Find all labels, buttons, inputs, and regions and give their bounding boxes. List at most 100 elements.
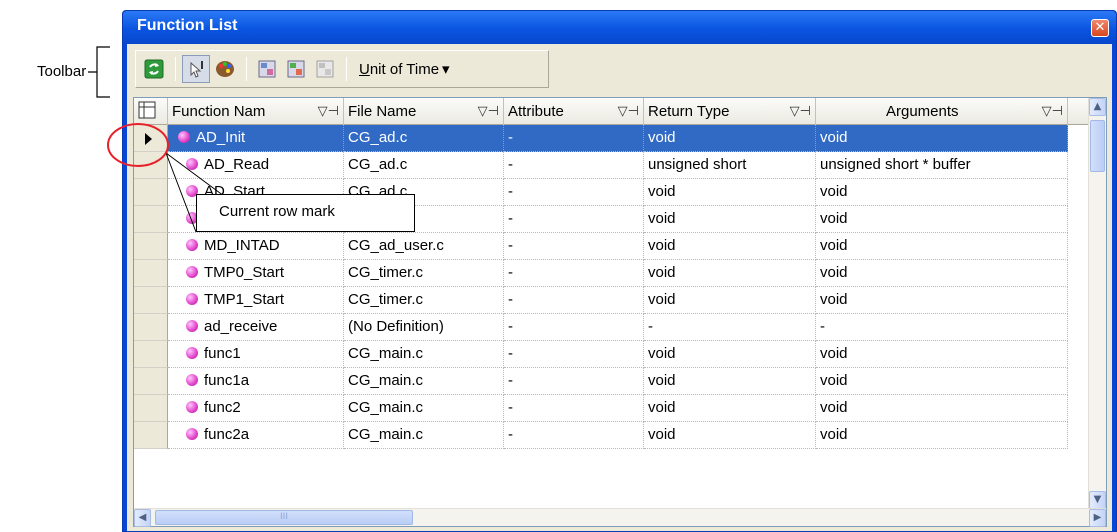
cell-args[interactable]: void (816, 395, 1068, 422)
cell-ret[interactable]: void (644, 260, 816, 287)
cell-ret[interactable]: - (644, 314, 816, 341)
cell-attr[interactable]: - (504, 179, 644, 206)
filter-icon[interactable]: ▽⊣ (1042, 104, 1063, 119)
cell-name[interactable]: ad_receive (168, 314, 344, 341)
title-bar[interactable]: Function List ✕ (123, 11, 1116, 44)
filter-icon[interactable]: ▽⊣ (618, 104, 639, 119)
filter-icon[interactable]: ▽⊣ (478, 104, 499, 119)
cell-name[interactable]: func1 (168, 341, 344, 368)
cell-file[interactable]: CG_ad_user.c (344, 233, 504, 260)
filter-icon[interactable]: ▽⊣ (790, 104, 811, 119)
row-selector[interactable] (134, 152, 168, 179)
cell-ret[interactable]: void (644, 233, 816, 260)
row-selector[interactable] (134, 341, 168, 368)
column-header-function-name[interactable]: Function Nam ▽⊣ (168, 98, 344, 125)
cell-attr[interactable]: - (504, 395, 644, 422)
vertical-scrollbar[interactable]: ▲ ▼ (1088, 98, 1106, 509)
scroll-right-button[interactable]: ▶ (1089, 509, 1106, 527)
cell-file[interactable]: CG_ad.c (344, 125, 504, 152)
column-header-file-name[interactable]: File Name ▽⊣ (344, 98, 504, 125)
table-row[interactable]: TMP0_Start CG_timer.c - void void (134, 260, 1089, 287)
palette-button[interactable] (211, 55, 239, 83)
row-selector[interactable] (134, 260, 168, 287)
row-selector[interactable] (134, 368, 168, 395)
row-selector[interactable] (134, 287, 168, 314)
cell-ret[interactable]: void (644, 125, 816, 152)
cell-name[interactable]: func1a (168, 368, 344, 395)
cell-ret[interactable]: void (644, 341, 816, 368)
cell-args[interactable]: void (816, 233, 1068, 260)
unit-of-time-dropdown[interactable]: Unit of Time ▾ (353, 60, 456, 79)
cell-file[interactable]: CG_main.c (344, 422, 504, 449)
table-row[interactable]: AD_Init CG_ad.c - void void (134, 125, 1089, 152)
column-header-attribute[interactable]: Attribute ▽⊣ (504, 98, 644, 125)
cell-attr[interactable]: - (504, 314, 644, 341)
row-selector[interactable] (134, 314, 168, 341)
cell-attr[interactable]: - (504, 152, 644, 179)
cell-ret[interactable]: unsigned short (644, 152, 816, 179)
cell-name[interactable]: TMP0_Start (168, 260, 344, 287)
table-row[interactable]: func1a CG_main.c - void void (134, 368, 1089, 395)
cell-attr[interactable]: - (504, 125, 644, 152)
cell-file[interactable]: CG_main.c (344, 368, 504, 395)
cell-args[interactable]: void (816, 125, 1068, 152)
pointer-jump-button[interactable] (182, 55, 210, 83)
tool-button-1[interactable] (253, 55, 281, 83)
row-selector[interactable] (134, 233, 168, 260)
horizontal-scrollbar[interactable]: ◀ III ▶ (134, 508, 1106, 527)
tool-button-3[interactable] (311, 55, 339, 83)
cell-attr[interactable]: - (504, 341, 644, 368)
cell-attr[interactable]: - (504, 206, 644, 233)
horizontal-scroll-thumb[interactable]: III (155, 510, 413, 525)
cell-args[interactable]: void (816, 179, 1068, 206)
table-row[interactable]: TMP1_Start CG_timer.c - void void (134, 287, 1089, 314)
refresh-button[interactable] (140, 55, 168, 83)
cell-file[interactable]: CG_main.c (344, 395, 504, 422)
table-row[interactable]: ad_receive (No Definition) - - - (134, 314, 1089, 341)
close-button[interactable]: ✕ (1091, 19, 1109, 37)
cell-name[interactable]: MD_INTAD (168, 233, 344, 260)
column-header-return-type[interactable]: Return Type ▽⊣ (644, 98, 816, 125)
cell-args[interactable]: void (816, 287, 1068, 314)
table-row[interactable]: AD_Read CG_ad.c - unsigned short unsigned sh… (134, 152, 1089, 179)
cell-args[interactable]: void (816, 206, 1068, 233)
cell-file[interactable]: (No Definition) (344, 314, 504, 341)
cell-name[interactable]: func2 (168, 395, 344, 422)
cell-file[interactable]: CG_main.c (344, 341, 504, 368)
cell-args[interactable]: void (816, 341, 1068, 368)
cell-args[interactable]: void (816, 368, 1068, 395)
table-row[interactable]: MD_INTAD CG_ad_user.c - void void (134, 233, 1089, 260)
cell-attr[interactable]: - (504, 260, 644, 287)
cell-attr[interactable]: - (504, 422, 644, 449)
cell-name[interactable]: AD_Init (168, 125, 344, 152)
cell-ret[interactable]: void (644, 206, 816, 233)
scroll-up-button[interactable]: ▲ (1089, 98, 1106, 116)
cell-attr[interactable]: - (504, 368, 644, 395)
cell-args[interactable]: void (816, 422, 1068, 449)
row-selector[interactable] (134, 422, 168, 449)
cell-file[interactable]: CG_ad.c (344, 152, 504, 179)
table-corner[interactable] (134, 98, 168, 125)
vertical-scroll-thumb[interactable] (1090, 120, 1105, 172)
cell-args[interactable]: - (816, 314, 1068, 341)
row-selector[interactable] (134, 179, 168, 206)
cell-file[interactable]: CG_timer.c (344, 260, 504, 287)
cell-file[interactable]: CG_timer.c (344, 287, 504, 314)
cell-args[interactable]: unsigned short * buffer (816, 152, 1068, 179)
cell-ret[interactable]: void (644, 395, 816, 422)
scroll-left-button[interactable]: ◀ (134, 509, 151, 527)
cell-name[interactable]: AD_Read (168, 152, 344, 179)
column-header-arguments[interactable]: Arguments ▽⊣ (816, 98, 1068, 125)
cell-args[interactable]: void (816, 260, 1068, 287)
cell-ret[interactable]: void (644, 368, 816, 395)
scroll-down-button[interactable]: ▼ (1089, 491, 1106, 509)
cell-ret[interactable]: void (644, 422, 816, 449)
filter-icon[interactable]: ▽⊣ (318, 104, 339, 119)
tool-button-2[interactable] (282, 55, 310, 83)
table-row[interactable]: func1 CG_main.c - void void (134, 341, 1089, 368)
cell-name[interactable]: TMP1_Start (168, 287, 344, 314)
cell-attr[interactable]: - (504, 287, 644, 314)
table-row[interactable]: func2a CG_main.c - void void (134, 422, 1089, 449)
row-selector[interactable] (134, 395, 168, 422)
row-selector[interactable] (134, 206, 168, 233)
